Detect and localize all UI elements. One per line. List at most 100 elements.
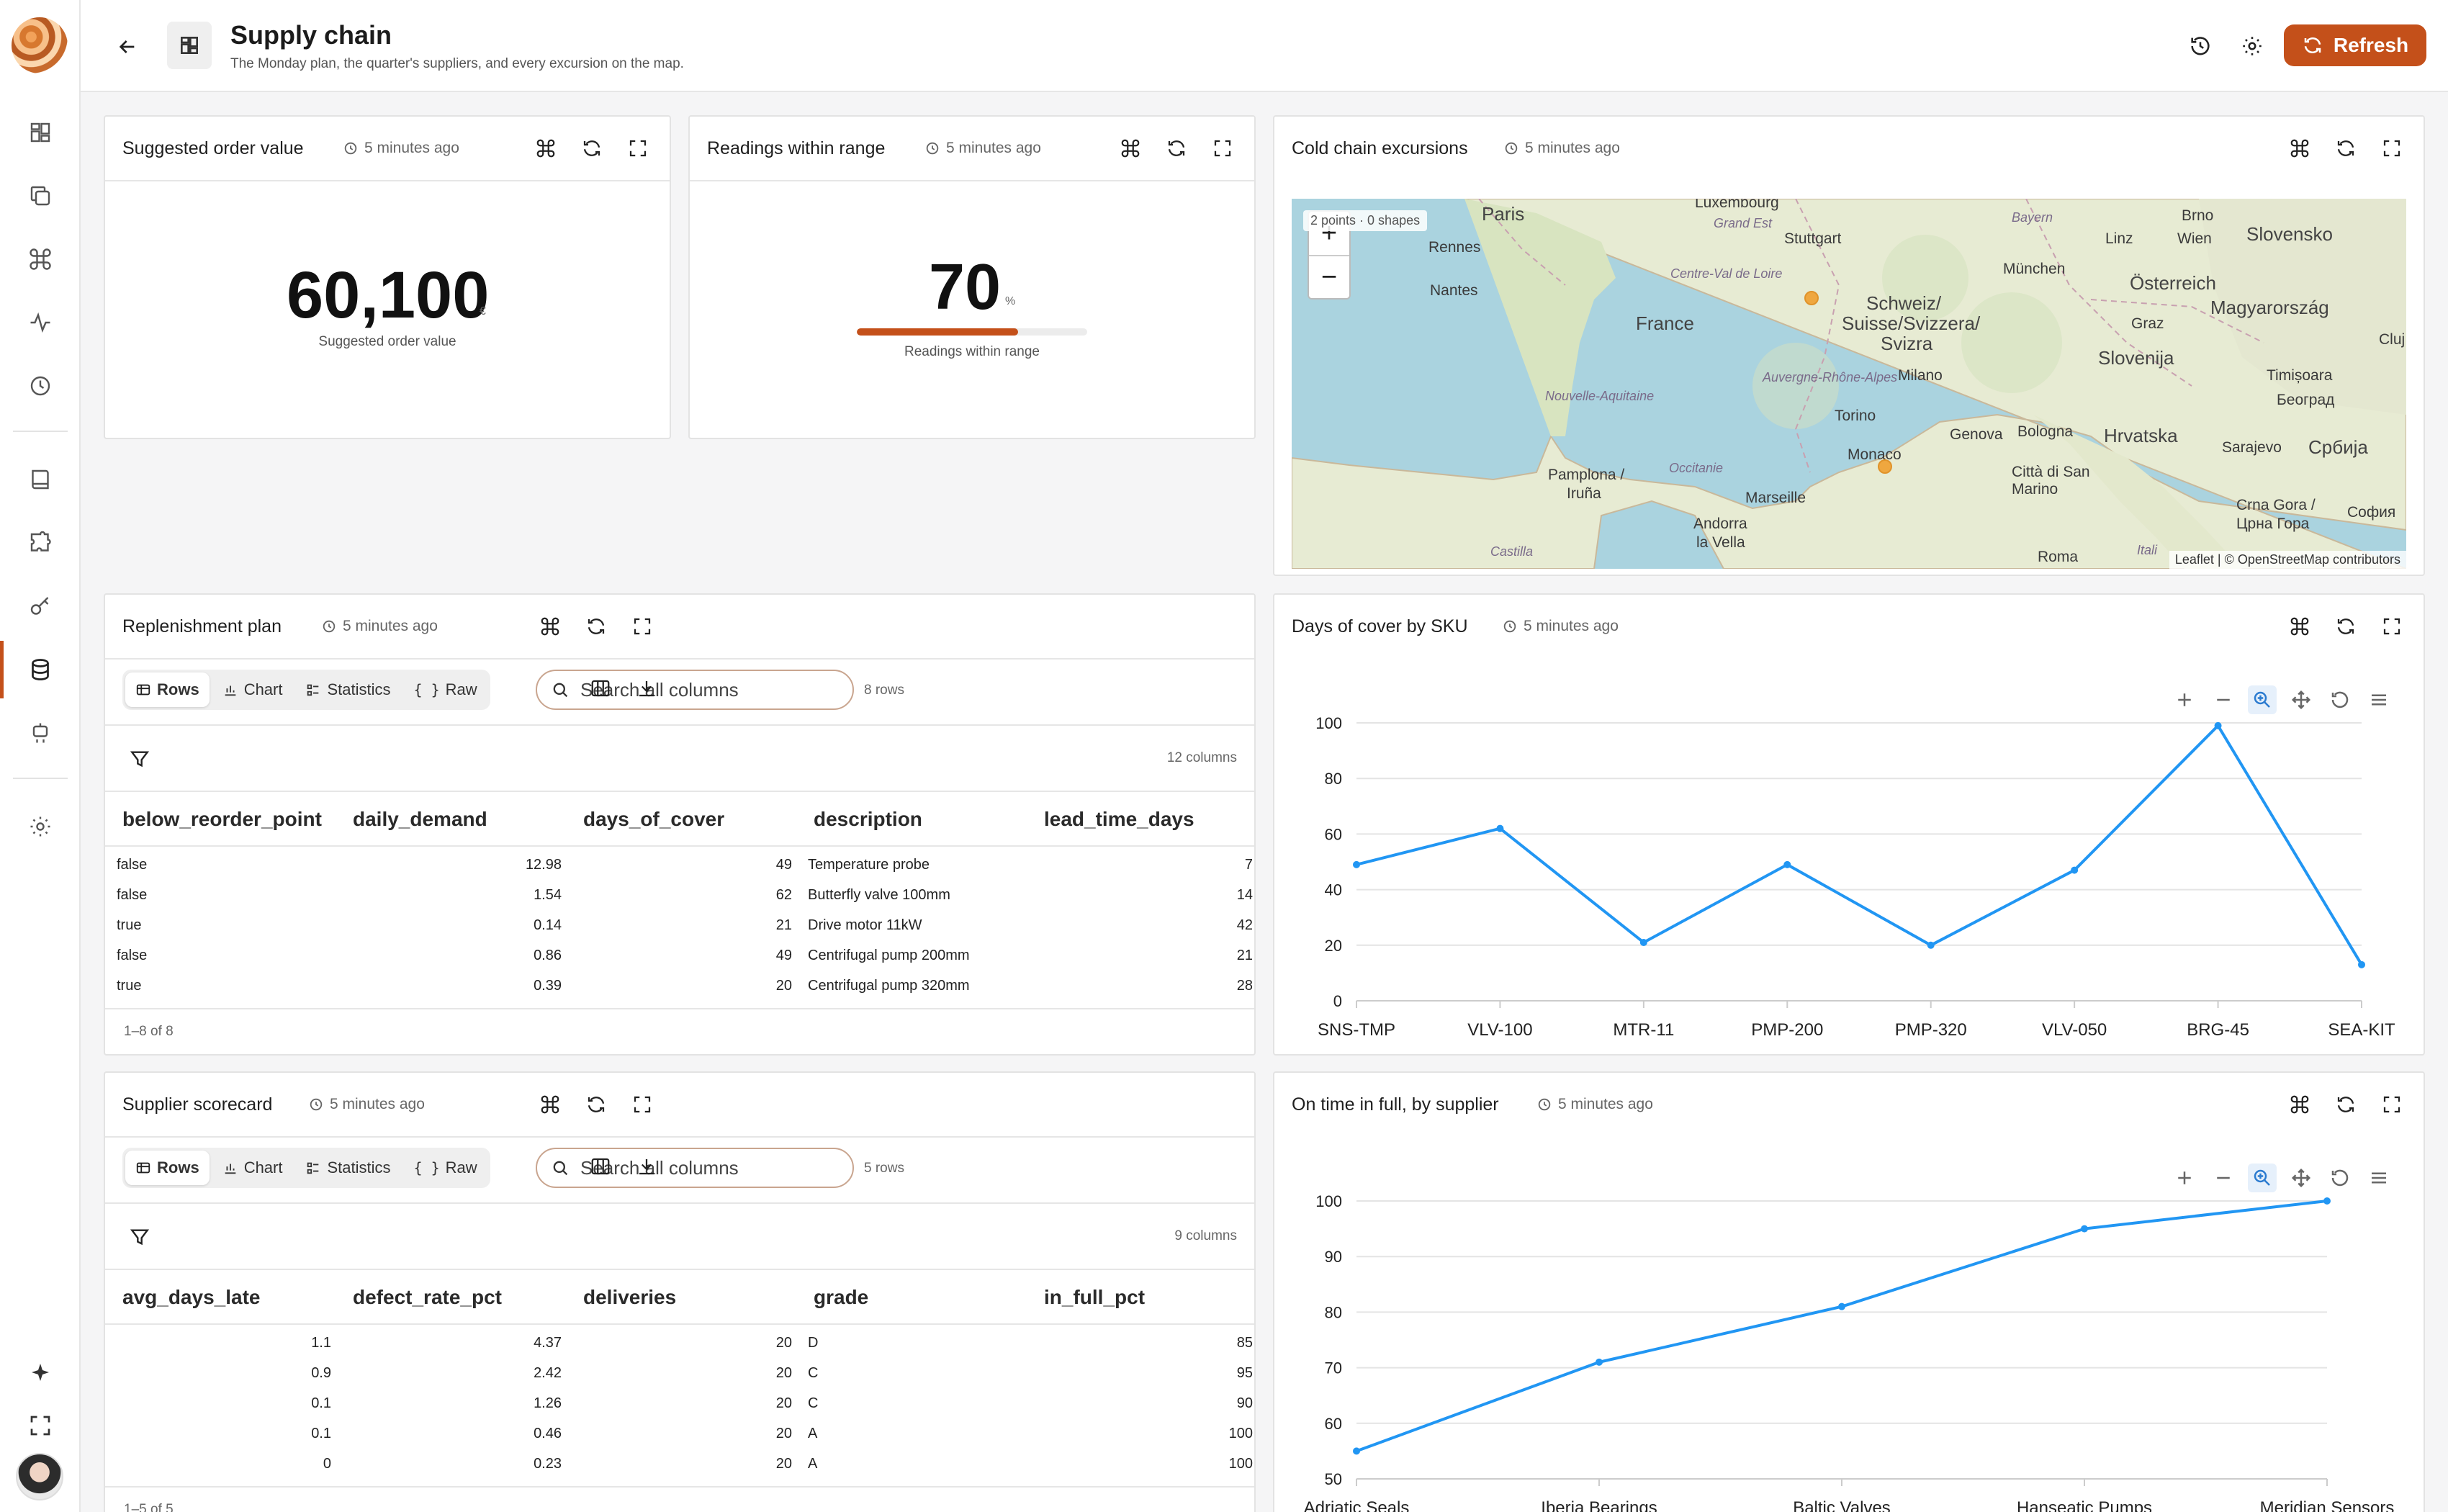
- data-point[interactable]: [2214, 721, 2222, 729]
- refresh-button[interactable]: Refresh: [2284, 24, 2426, 66]
- column-header[interactable]: days_of_cover: [583, 808, 724, 831]
- sidebar-item-models[interactable]: [22, 240, 59, 278]
- tab-chart[interactable]: Chart: [212, 1151, 293, 1185]
- data-point[interactable]: [1639, 938, 1647, 946]
- sidebar-item-agents[interactable]: [22, 714, 59, 752]
- expand-button[interactable]: [2379, 1092, 2405, 1117]
- data-point[interactable]: [2323, 1197, 2331, 1205]
- tab-rows[interactable]: Rows: [125, 672, 210, 707]
- tab-raw[interactable]: { } Raw: [404, 1151, 487, 1185]
- reload-button[interactable]: [2333, 613, 2359, 639]
- tab-statistics[interactable]: Statistics: [295, 1151, 400, 1185]
- table-row[interactable]: true 0.14 21 Drive motor 11kW 42: [105, 912, 1254, 942]
- back-button[interactable]: [109, 29, 145, 65]
- reload-button[interactable]: [2333, 1092, 2359, 1117]
- column-header[interactable]: description: [814, 808, 922, 831]
- table-row[interactable]: false 0.86 49 Centrifugal pump 200mm 21: [105, 942, 1254, 972]
- table-row[interactable]: false 12.98 49 Temperature probe 7: [105, 851, 1254, 881]
- expand-button[interactable]: [2379, 135, 2405, 161]
- column-header[interactable]: deliveries: [583, 1286, 676, 1309]
- column-header[interactable]: daily_demand: [353, 808, 487, 831]
- table-row[interactable]: false 1.54 62 Butterfly valve 100mm 14: [105, 881, 1254, 912]
- column-header[interactable]: avg_days_late: [122, 1286, 260, 1309]
- map-label: Timișoara: [2267, 367, 2333, 384]
- model-button[interactable]: [2287, 613, 2313, 639]
- sidebar-item-activity[interactable]: [22, 304, 59, 341]
- table-row[interactable]: true 0.39 20 Centrifugal pump 320mm 28: [105, 972, 1254, 1002]
- sidebar-item-keys[interactable]: [22, 588, 59, 625]
- expand-button[interactable]: [1210, 135, 1236, 161]
- model-button[interactable]: [537, 1092, 563, 1117]
- data-point[interactable]: [2071, 866, 2079, 874]
- app-logo[interactable]: [12, 17, 68, 73]
- model-button[interactable]: [2287, 135, 2313, 161]
- expand-button[interactable]: [2379, 613, 2405, 639]
- data-point[interactable]: [1596, 1358, 1603, 1366]
- column-header[interactable]: grade: [814, 1286, 868, 1309]
- expand-button[interactable]: [629, 1092, 655, 1117]
- map-point[interactable]: [1804, 291, 1819, 305]
- columns-button[interactable]: [588, 1153, 613, 1179]
- sidebar-item-fullscreen[interactable]: [22, 1407, 59, 1444]
- map-attribution[interactable]: Leaflet | © OpenStreetMap contributors: [2169, 551, 2406, 569]
- history-button[interactable]: [2183, 29, 2218, 63]
- sidebar-item-dashboards[interactable]: [22, 114, 59, 151]
- table-row[interactable]: 0.9 2.42 20 C 95: [105, 1359, 1254, 1390]
- tab-chart[interactable]: Chart: [212, 672, 293, 707]
- sidebar-item-databases[interactable]: [22, 651, 59, 688]
- reload-button[interactable]: [579, 135, 605, 161]
- timestamp-text: 5 minutes ago: [946, 140, 1041, 156]
- sidebar-item-history[interactable]: [22, 367, 59, 405]
- table-row[interactable]: 0.1 1.26 20 C 90: [105, 1390, 1254, 1420]
- filter-icon[interactable]: [128, 747, 151, 770]
- table-tools: [588, 675, 660, 701]
- sidebar-divider: [13, 778, 68, 779]
- search-icon: [553, 683, 568, 698]
- download-button[interactable]: [634, 1153, 660, 1179]
- data-point[interactable]: [2358, 960, 2365, 968]
- column-header[interactable]: in_full_pct: [1044, 1286, 1145, 1309]
- sidebar-item-settings[interactable]: [22, 808, 59, 845]
- sidebar-item-plugins[interactable]: [22, 524, 59, 562]
- tab-statistics[interactable]: Statistics: [295, 672, 400, 707]
- filter-icon[interactable]: [128, 1225, 151, 1248]
- zoom-out-button[interactable]: −: [1309, 255, 1349, 298]
- settings-button[interactable]: [2235, 29, 2269, 63]
- data-point[interactable]: [1353, 860, 1360, 868]
- avatar[interactable]: [16, 1453, 63, 1500]
- map-label: Crna Gora /: [2236, 497, 2316, 513]
- model-button[interactable]: [2287, 1092, 2313, 1117]
- data-point[interactable]: [1927, 941, 1935, 949]
- tab-rows[interactable]: Rows: [125, 1151, 210, 1185]
- table-row[interactable]: 0 0.23 20 A 100: [105, 1450, 1254, 1480]
- table-row[interactable]: 0.1 0.46 20 A 100: [105, 1420, 1254, 1450]
- x-tick-label: MTR-11: [1613, 1020, 1674, 1040]
- sidebar-item-collections[interactable]: [22, 177, 59, 215]
- tab-raw[interactable]: { } Raw: [404, 672, 487, 707]
- column-header[interactable]: below_reorder_point: [122, 808, 322, 831]
- data-point[interactable]: [1496, 824, 1504, 832]
- table-row[interactable]: 1.1 4.37 20 D 85: [105, 1329, 1254, 1359]
- refresh-icon: [2337, 140, 2354, 156]
- columns-button[interactable]: [588, 675, 613, 701]
- data-point[interactable]: [2081, 1225, 2088, 1233]
- reload-button[interactable]: [583, 1092, 609, 1117]
- sidebar-item-assistant[interactable]: [22, 1354, 59, 1391]
- reload-button[interactable]: [2333, 135, 2359, 161]
- reload-button[interactable]: [1164, 135, 1189, 161]
- expand-button[interactable]: [625, 135, 651, 161]
- data-point[interactable]: [1783, 860, 1791, 868]
- data-point[interactable]: [1353, 1447, 1360, 1455]
- download-button[interactable]: [634, 675, 660, 701]
- map-label: Magyarország: [2210, 297, 2329, 318]
- sidebar-item-notebooks[interactable]: [22, 461, 59, 498]
- table-cell: 20: [775, 1426, 792, 1441]
- data-point[interactable]: [1838, 1302, 1845, 1310]
- tab-label: Rows: [157, 680, 199, 698]
- map-canvas[interactable]: Paris Luxembourg Grand Est Bayern Brno R…: [1292, 199, 2406, 569]
- map-point[interactable]: [1878, 459, 1892, 474]
- model-button[interactable]: [533, 135, 559, 161]
- model-button[interactable]: [1117, 135, 1143, 161]
- column-header[interactable]: lead_time_days: [1044, 808, 1194, 831]
- column-header[interactable]: defect_rate_pct: [353, 1286, 502, 1309]
